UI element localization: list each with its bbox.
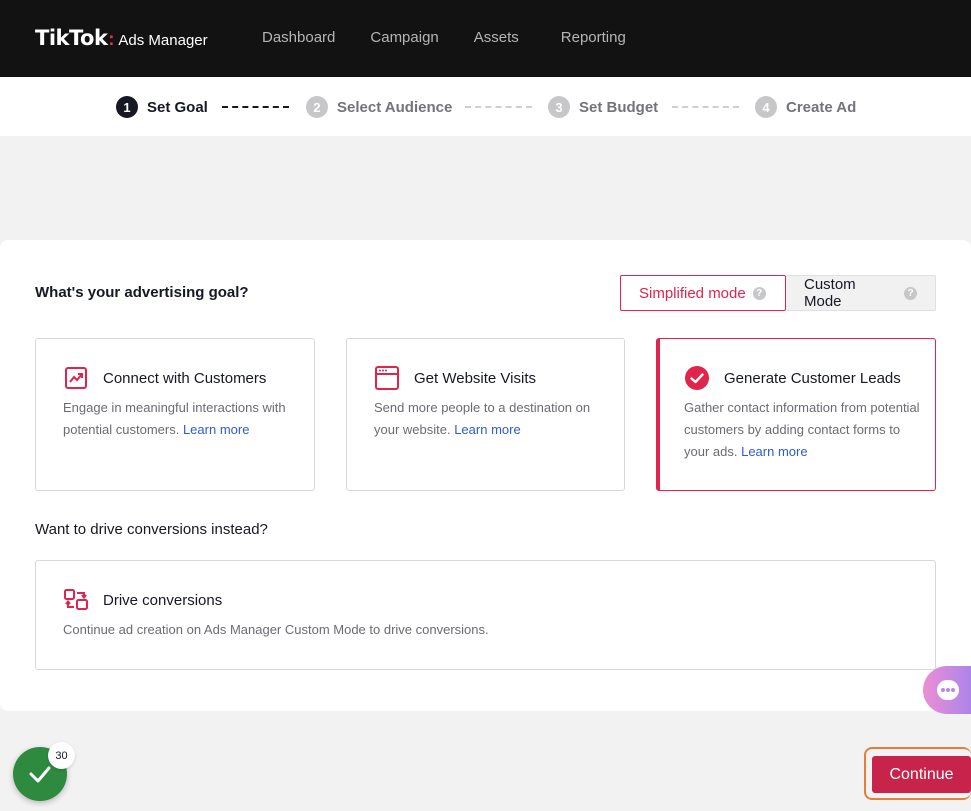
nav-reporting[interactable]: Reporting	[561, 29, 626, 46]
learn-more-link[interactable]: Learn more	[454, 422, 520, 437]
simplified-mode-button[interactable]: Simplified mode ?	[620, 275, 786, 311]
nav-campaign[interactable]: Campaign	[370, 29, 438, 46]
top-bar: TikTok: Ads Manager Dashboard Campaign As…	[0, 0, 971, 77]
logo-wordmark: TikTok	[35, 26, 108, 50]
goal-card-connect-customers[interactable]: Connect with Customers Engage in meaning…	[35, 338, 315, 491]
learn-more-link[interactable]: Learn more	[741, 444, 807, 459]
card-header: Generate Customer Leads	[684, 365, 901, 391]
card-description: Gather contact information from potentia…	[684, 397, 924, 463]
card-header: Get Website Visits	[374, 365, 536, 391]
step-label: Select Audience	[337, 98, 453, 116]
progress-stepper: 1 Set Goal 2 Select Audience 3 Set Budge…	[0, 77, 971, 136]
check-circle-icon	[685, 366, 709, 390]
step-create-ad: 4 Create Ad	[755, 96, 856, 118]
drive-conversions-card[interactable]: Drive conversions Continue ad creation o…	[35, 560, 936, 670]
goal-card-customer-leads[interactable]: Generate Customer Leads Gather contact i…	[656, 338, 936, 491]
goal-card-website-visits[interactable]: Get Website Visits Send more people to a…	[346, 338, 625, 491]
help-icon[interactable]: ?	[904, 286, 917, 300]
step-set-goal: 1 Set Goal	[116, 96, 208, 118]
mode-toggle: Simplified mode ? Custom Mode ?	[620, 275, 936, 311]
simplified-mode-label: Simplified mode	[639, 284, 746, 302]
step-separator	[465, 106, 532, 108]
card-description: Engage in meaningful interactions with p…	[63, 397, 303, 441]
drive-conversions-question: Want to drive conversions instead?	[35, 521, 268, 538]
chat-dot	[946, 688, 950, 692]
card-header: Drive conversions	[63, 587, 222, 613]
step-select-audience: 2 Select Audience	[306, 96, 452, 118]
continue-button[interactable]: Continue	[872, 756, 971, 793]
step-number: 2	[306, 96, 328, 118]
card-title: Connect with Customers	[103, 369, 267, 387]
logo-subtitle: Ads Manager	[118, 32, 208, 49]
main-nav: Dashboard Campaign Assets Reporting	[262, 29, 626, 46]
step-separator	[222, 106, 289, 108]
step-set-budget: 3 Set Budget	[548, 96, 658, 118]
chat-dot	[951, 688, 955, 692]
card-title: Generate Customer Leads	[724, 369, 901, 387]
step-number: 1	[116, 96, 138, 118]
step-label: Create Ad	[786, 98, 857, 116]
card-desc-text: Engage in meaningful interactions with p…	[63, 400, 286, 437]
logo-colon: :	[108, 29, 115, 49]
chat-support-button[interactable]	[923, 666, 971, 714]
goal-question: What's your advertising goal?	[35, 284, 249, 301]
goal-panel: What's your advertising goal? Simplified…	[0, 240, 971, 711]
learn-more-link[interactable]: Learn more	[183, 422, 249, 437]
custom-mode-label: Custom Mode	[804, 276, 856, 310]
nav-assets[interactable]: Assets	[474, 29, 519, 46]
trending-chart-icon	[65, 367, 87, 389]
browser-window-icon	[375, 366, 399, 390]
step-separator	[672, 106, 739, 108]
card-description: Send more people to a destination on you…	[374, 397, 614, 441]
help-icon[interactable]: ?	[752, 286, 766, 300]
card-title: Get Website Visits	[414, 369, 536, 387]
checklist-count-badge: 30	[48, 742, 75, 769]
card-header: Connect with Customers	[63, 365, 266, 391]
conversion-swap-icon	[64, 589, 88, 610]
card-title: Drive conversions	[103, 591, 223, 609]
step-number: 3	[548, 96, 570, 118]
step-label: Set Goal	[147, 98, 208, 116]
card-description: Continue ad creation on Ads Manager Cust…	[63, 622, 489, 637]
tiktok-ads-logo[interactable]: TikTok: Ads Manager	[35, 26, 208, 50]
chat-dot	[941, 688, 945, 692]
nav-dashboard[interactable]: Dashboard	[262, 29, 335, 46]
chat-bubble-icon	[937, 680, 959, 700]
step-number: 4	[755, 96, 777, 118]
step-label: Set Budget	[579, 98, 659, 116]
custom-mode-button[interactable]: Custom Mode ?	[786, 275, 936, 311]
